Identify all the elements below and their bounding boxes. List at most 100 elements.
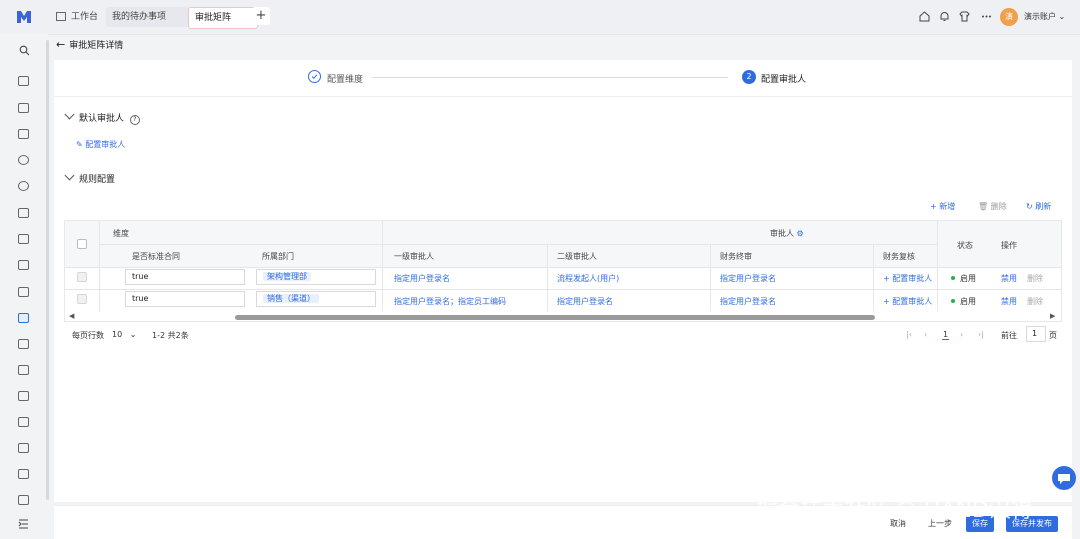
first-page-icon[interactable]: |‹ [906,330,912,339]
horizontal-scrollbar[interactable] [235,315,875,320]
chevron-down-icon: ⌄ [1058,12,1066,21]
sidebar-item-14-icon[interactable] [18,417,29,427]
back-arrow-icon[interactable]: ← [56,38,65,51]
divider [710,244,711,311]
status-dot [951,276,955,280]
section-default-approver[interactable]: 默认审批人 ? [64,109,140,125]
collapse-menu-icon[interactable] [18,519,29,529]
sidebar-item-3-icon[interactable] [18,129,29,139]
main-content: 配置维度 2 配置审批人 默认审批人 ? ✎ 配置审批人 规则配置 + 新增 🗑… [54,60,1072,502]
shirt-icon[interactable] [958,10,971,23]
row-checkbox[interactable] [77,294,87,304]
section-rule-config[interactable]: 规则配置 [64,170,115,185]
tab-todo[interactable]: 我的待办事项 [106,7,190,27]
row-delete-button[interactable]: 删除 [1027,296,1043,307]
sidebar-item-6-icon[interactable] [18,208,29,218]
top-bar: 工作台 我的待办事项 审批矩阵 + 演 演示账户 ⌄ [0,0,1080,35]
plus-icon: + [930,202,937,211]
refresh-button[interactable]: ↻ 刷新 [1026,201,1051,212]
prev-page-icon[interactable]: ‹ [924,330,927,339]
step-2-label[interactable]: 配置审批人 [761,72,806,85]
step-1-label[interactable]: 配置维度 [327,72,363,85]
last-page-icon[interactable]: ›| [978,330,984,339]
department-tag: 销售（渠道） [263,294,319,303]
workbench-icon [56,12,66,21]
col-action: 操作 [1001,241,1017,250]
delete-button[interactable]: 🗑 删除 [978,201,1007,212]
plus-icon: + [883,297,890,306]
divider [937,221,938,311]
row-delete-button[interactable]: 删除 [1027,273,1043,284]
config-approver-link[interactable]: ✎ 配置审批人 [76,139,125,150]
rule-table: 维度 审批人 ⚙ 是否标准合同 所属部门 一级审批人 二级审批人 财务终审 财务… [64,220,1062,322]
sidebar-item-15-icon[interactable] [18,443,29,453]
goto-page-input[interactable]: 1 [1026,326,1046,342]
divider [873,244,874,311]
step-1-check-icon [308,70,321,83]
settings-icon[interactable]: ⚙ [797,229,804,238]
page-size-select[interactable]: 10 ⌄ [112,330,136,339]
sidebar-item-7-icon[interactable] [18,234,29,244]
sidebar-item-11-icon[interactable] [18,339,29,349]
steps: 配置维度 2 配置审批人 [54,60,1072,97]
add-tab-button[interactable]: + [252,7,270,25]
col-status: 状态 [957,241,973,250]
finance-final-approver[interactable]: 指定用户登录名 [720,273,776,284]
sidebar-item-9-icon[interactable] [18,287,29,297]
disable-button[interactable]: 禁用 [1001,273,1017,284]
chevron-down-icon: ⌄ [129,330,137,339]
add-button[interactable]: + 新增 [930,201,955,212]
department-select[interactable]: 架构管理部 [256,269,376,285]
page-range: 1-2 共2条 [152,331,189,340]
sidebar-item-5-icon[interactable] [18,181,29,191]
avatar[interactable]: 演 [1000,8,1018,26]
row-checkbox[interactable] [77,272,87,282]
chevron-down-icon [64,170,75,181]
sidebar-item-16-icon[interactable] [18,469,29,479]
standard-contract-input[interactable]: true [125,269,245,285]
divider [65,267,1061,268]
col-level1: 一级审批人 [394,252,434,261]
select-all-checkbox[interactable] [77,239,87,249]
sidebar-scrollbar[interactable] [46,40,49,500]
scroll-left-icon[interactable]: ◀ [69,312,74,320]
page-size-label: 每页行数 [72,331,104,340]
scroll-right-icon[interactable]: ▶ [1050,312,1055,320]
level1-approver[interactable]: 指定用户登录名 [394,273,450,284]
page-title: ← 审批矩阵详情 [56,38,124,51]
finance-review-config[interactable]: + 配置审批人 [883,273,932,284]
account-menu[interactable]: 演示账户 ⌄ [1024,11,1065,22]
col-finance-review: 财务复核 [883,252,915,261]
level2-approver[interactable]: 流程发起人(用户) [557,273,619,284]
page-unit: 页 [1049,331,1057,340]
sidebar-item-2-icon[interactable] [18,103,29,113]
search-icon[interactable] [19,45,30,56]
sidebar-item-8-icon[interactable] [18,260,29,270]
help-icon[interactable]: ? [129,115,140,125]
standard-contract-input[interactable]: true [125,291,245,307]
tab-approval-matrix[interactable]: 审批矩阵 [188,7,258,29]
watermark: 掘金技术社区 @ HAND汉得 [756,498,1033,523]
chat-help-icon[interactable] [1052,466,1076,490]
sidebar-item-17-icon[interactable] [18,495,29,505]
tab-workbench[interactable]: 工作台 [50,7,104,27]
bell-icon[interactable] [938,10,951,23]
sidebar-item-13-icon[interactable] [18,391,29,401]
finance-review-config[interactable]: + 配置审批人 [883,296,932,307]
level2-approver[interactable]: 指定用户登录名 [557,296,613,307]
more-icon[interactable] [980,10,993,23]
sidebar-item-1-icon[interactable] [18,76,29,86]
sidebar-item-4-icon[interactable] [18,155,29,165]
department-select[interactable]: 销售（渠道） [256,291,376,307]
home-icon[interactable] [918,10,931,23]
sidebar-item-12-icon[interactable] [18,365,29,375]
goto-label: 前往 [1001,331,1017,340]
disable-button[interactable]: 禁用 [1001,296,1017,307]
plus-icon: + [883,274,890,283]
finance-final-approver[interactable]: 指定用户登录名 [720,296,776,307]
page-number[interactable]: 1 [942,330,950,340]
sidebar-item-approval-icon[interactable] [18,313,29,323]
next-page-icon[interactable]: › [960,330,963,339]
level1-approver[interactable]: 指定用户登录名；指定员工编码 [394,296,506,307]
group-approver: 审批人 ⚙ [770,229,804,238]
